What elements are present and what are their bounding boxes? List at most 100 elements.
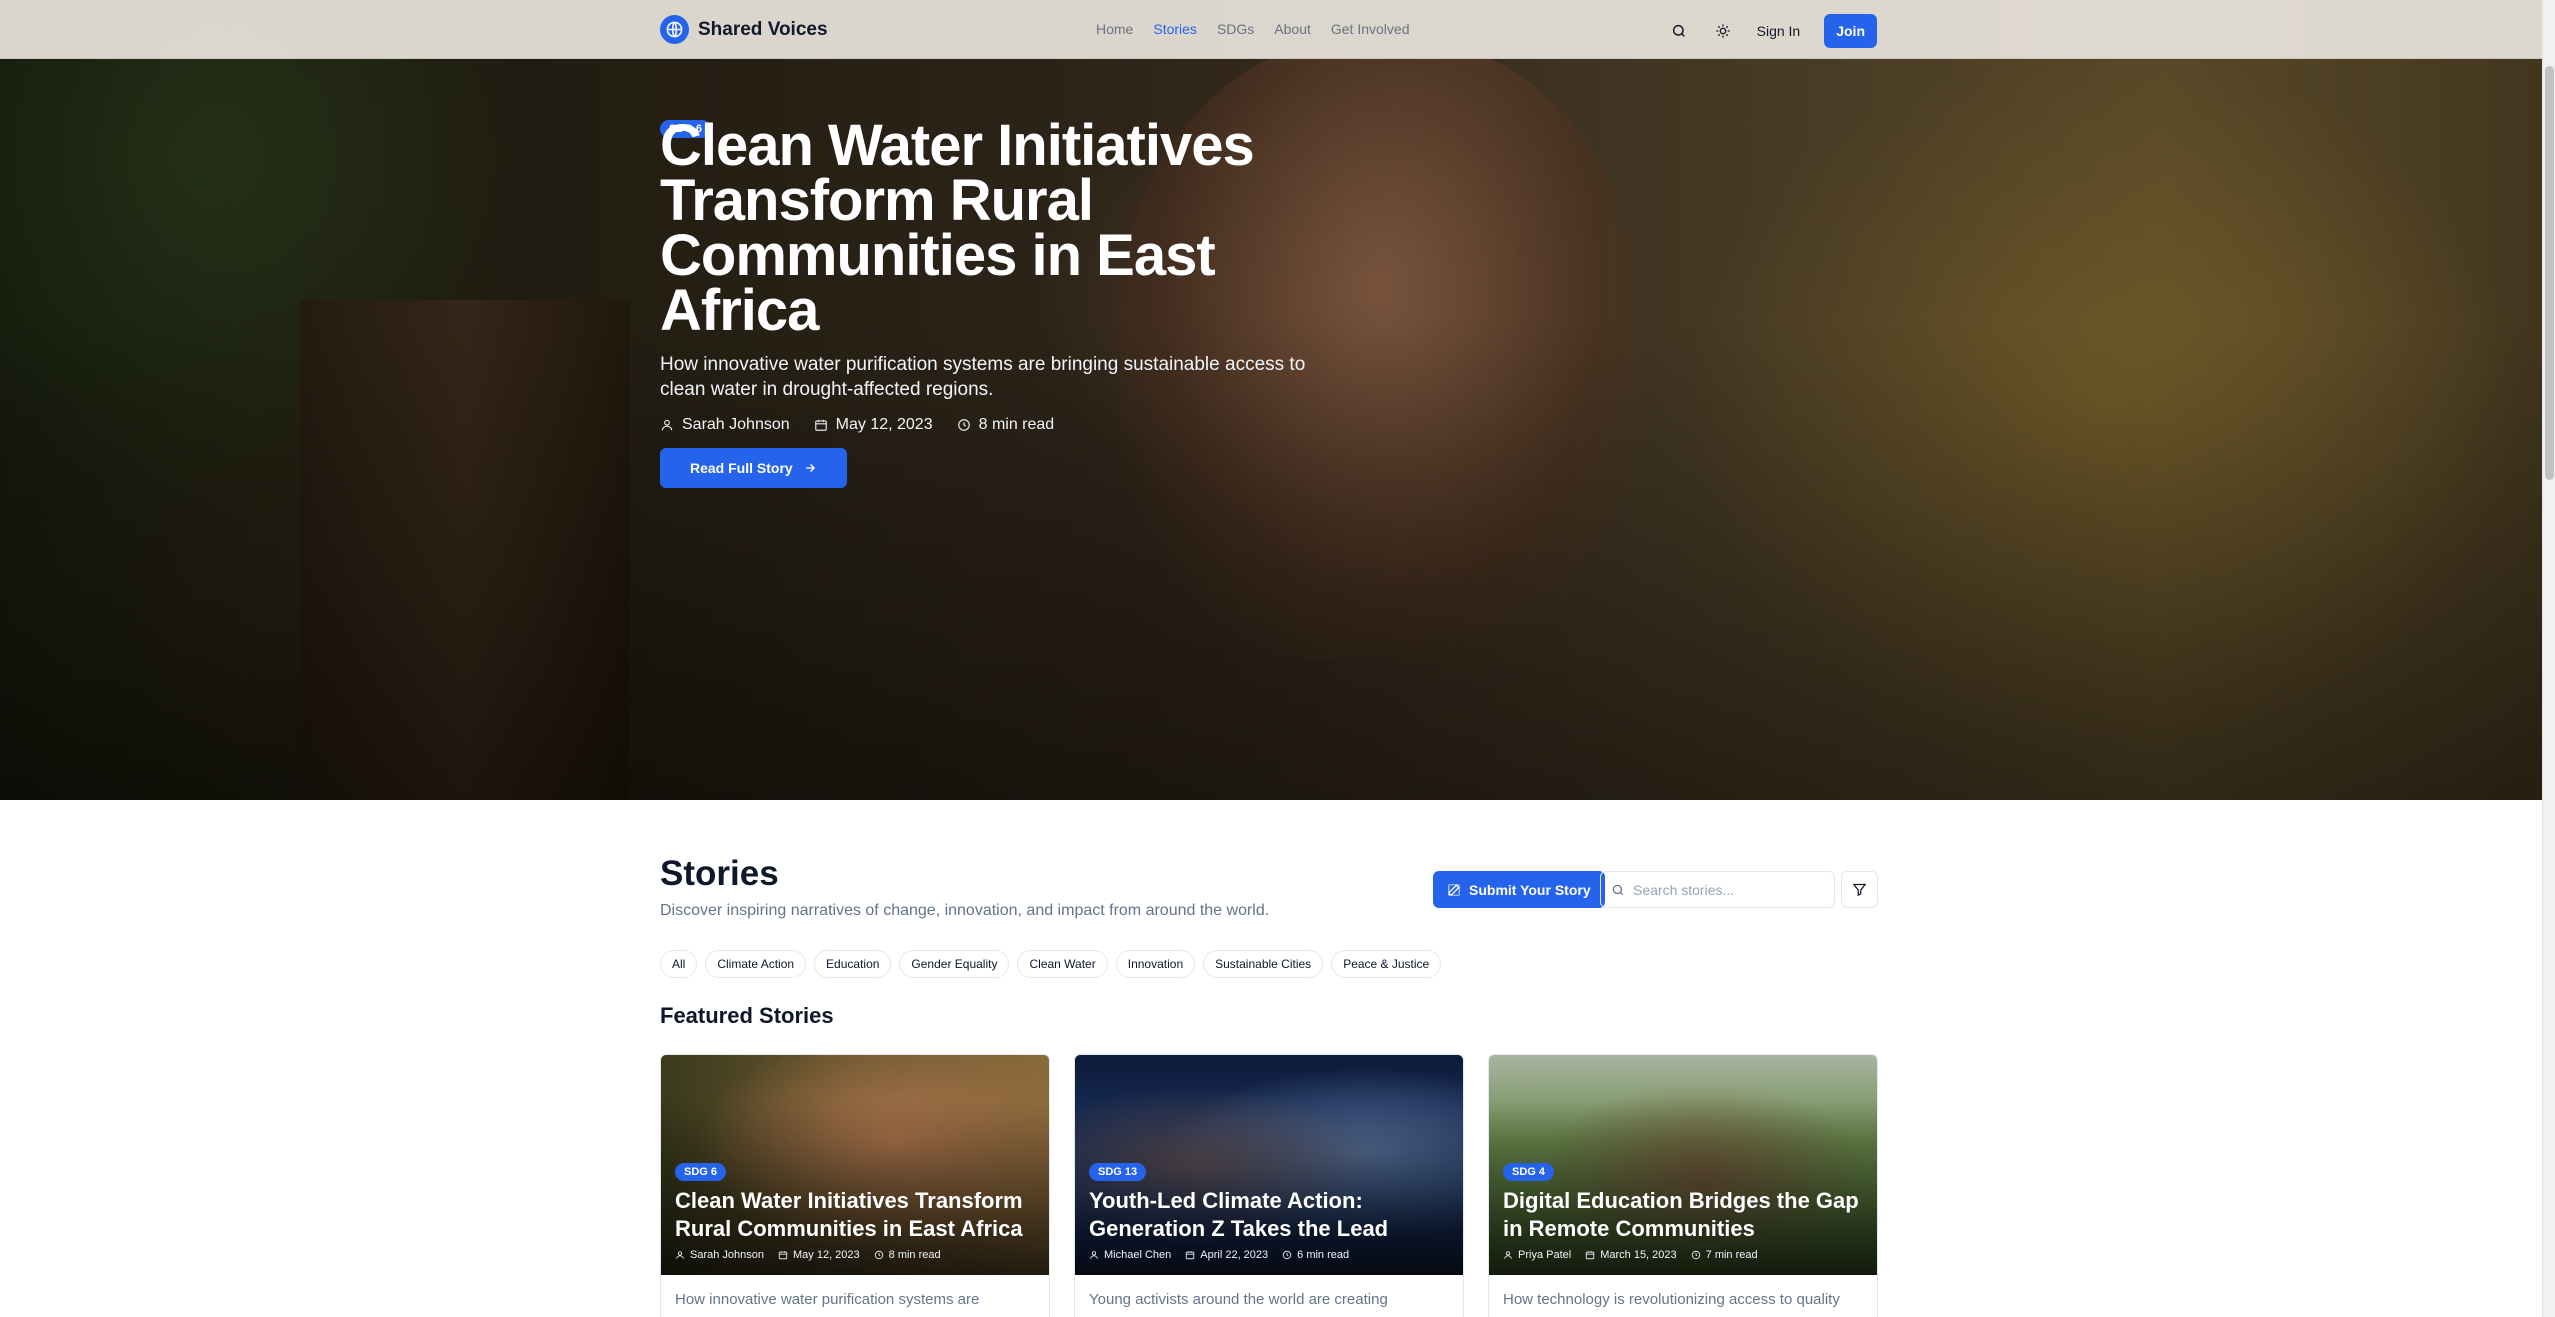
card-author-name: Priya Patel (1518, 1249, 1572, 1261)
sdg-badge: SDG 6 (675, 1163, 727, 1181)
hero-date: May 12, 2023 (814, 416, 933, 434)
card-author-name: Sarah Johnson (690, 1249, 764, 1261)
scrollbar-thumb[interactable] (2545, 66, 2554, 480)
page: SDG 6 Clean Water Initiatives Transform … (0, 0, 2555, 1317)
card-date-text: March 15, 2023 (1600, 1249, 1677, 1261)
card-author: Priya Patel (1503, 1249, 1571, 1261)
brand-logo[interactable]: Shared Voices (660, 15, 828, 44)
card-date: May 12, 2023 (778, 1249, 860, 1261)
story-card-caption: SDG 4 Digital Education Bridges the Gap … (1503, 1162, 1863, 1261)
story-card-excerpt: How innovative water purification system… (675, 1291, 980, 1308)
story-card-caption: SDG 6 Clean Water Initiatives Transform … (675, 1162, 1035, 1261)
calendar-icon (814, 419, 827, 431)
submit-story-label: Submit Your Story (1469, 881, 1591, 898)
story-card-meta: Michael Chen April 22, 2023 6 min read (1089, 1249, 1449, 1261)
category-chips: All Climate Action Education Gender Equa… (660, 950, 1442, 978)
user-icon (676, 1251, 684, 1259)
card-read-time: 7 min read (1691, 1249, 1758, 1261)
story-card[interactable]: SDG 13 Youth-Led Climate Action: Generat… (1074, 1054, 1464, 1317)
card-author: Michael Chen (1089, 1249, 1171, 1261)
story-card-image: SDG 13 Youth-Led Climate Action: Generat… (1075, 1055, 1463, 1275)
chip-all[interactable]: All (660, 950, 698, 978)
story-card[interactable]: SDG 6 Clean Water Initiatives Transform … (660, 1054, 1050, 1317)
brand-name: Shared Voices (698, 18, 828, 40)
search-stories-placeholder: Search stories... (1633, 881, 1735, 898)
filter-button[interactable] (1841, 871, 1878, 908)
top-navbar: Shared Voices Home Stories SDGs About Ge… (0, 0, 2542, 59)
featured-stories-heading: Featured Stories (660, 1003, 834, 1028)
chip-innovation[interactable]: Innovation (1115, 950, 1196, 978)
user-icon (1090, 1251, 1098, 1259)
story-card-caption: SDG 13 Youth-Led Climate Action: Generat… (1089, 1162, 1449, 1261)
clock-icon (1282, 1250, 1292, 1260)
hero-meta: Sarah Johnson May 12, 2023 8 min read (660, 416, 1360, 434)
hero-read-time-text: 8 min read (978, 416, 1055, 433)
nav-link-stories[interactable]: Stories (1153, 21, 1197, 37)
card-read-time-text: 7 min read (1705, 1249, 1758, 1261)
card-read-time: 6 min read (1282, 1249, 1349, 1261)
story-card-meta: Priya Patel March 15, 2023 7 min read (1503, 1249, 1863, 1261)
search-stories-field[interactable]: Search stories... (1600, 871, 1835, 908)
story-card-title: Clean Water Initiatives Transform Rural … (675, 1188, 1023, 1241)
search-icon (1612, 884, 1624, 895)
card-date: March 15, 2023 (1585, 1249, 1677, 1261)
chip-sustainable-cities[interactable]: Sustainable Cities (1203, 950, 1324, 978)
card-date-text: April 22, 2023 (1200, 1249, 1269, 1261)
user-icon (1504, 1251, 1512, 1259)
story-card-title: Youth-Led Climate Action: Generation Z T… (1089, 1188, 1389, 1241)
nav-link-home[interactable]: Home (1096, 21, 1133, 37)
story-card-title: Digital Education Bridges the Gap in Rem… (1503, 1188, 1859, 1241)
nav-link-sdgs[interactable]: SDGs (1217, 21, 1254, 37)
read-full-story-label: Read Full Story (690, 460, 793, 476)
stories-heading: Stories (660, 854, 779, 893)
card-read-time-text: 8 min read (888, 1249, 941, 1261)
card-read-time: 8 min read (874, 1249, 941, 1261)
sign-in-link[interactable]: Sign In (1757, 23, 1801, 39)
card-author-name: Michael Chen (1104, 1249, 1172, 1261)
story-card-image: SDG 4 Digital Education Bridges the Gap … (1489, 1055, 1877, 1275)
arrow-right-icon (805, 464, 815, 472)
globe-icon (660, 15, 689, 44)
story-card-excerpt: How technology is revolutionizing access… (1503, 1291, 1840, 1308)
sdg-badge: SDG 13 (1089, 1163, 1147, 1181)
chip-gender-equality[interactable]: Gender Equality (899, 950, 1010, 978)
story-card-image: SDG 6 Clean Water Initiatives Transform … (661, 1055, 1049, 1275)
featured-cards: SDG 6 Clean Water Initiatives Transform … (660, 1054, 1878, 1317)
read-full-story-button[interactable]: Read Full Story (660, 448, 847, 488)
calendar-icon (778, 1251, 788, 1260)
page-scrollbar[interactable] (2542, 0, 2555, 1317)
clock-icon (874, 1250, 883, 1260)
sdg-badge: SDG 4 (1503, 1163, 1555, 1181)
hero-content: SDG 6 Clean Water Initiatives Transform … (660, 113, 1360, 488)
nav-actions: Sign In Join (1669, 14, 1877, 48)
chip-education[interactable]: Education (814, 950, 892, 978)
nav-link-about[interactable]: About (1274, 21, 1311, 37)
chip-clean-water[interactable]: Clean Water (1017, 950, 1108, 978)
hero-date-text: May 12, 2023 (835, 416, 933, 433)
chip-peace-justice[interactable]: Peace & Justice (1331, 950, 1442, 978)
card-date-text: May 12, 2023 (793, 1249, 860, 1261)
submit-story-button[interactable]: Submit Your Story (1433, 871, 1605, 908)
main-nav: Home Stories SDGs About Get Involved (1096, 21, 1409, 37)
story-card[interactable]: SDG 4 Digital Education Bridges the Gap … (1488, 1054, 1878, 1317)
calendar-icon (1585, 1251, 1595, 1260)
hero-author: Sarah Johnson (660, 416, 790, 434)
chip-climate-action[interactable]: Climate Action (705, 950, 807, 978)
hero-section: SDG 6 Clean Water Initiatives Transform … (0, 0, 2542, 800)
edit-icon (1448, 883, 1460, 896)
hero-subtitle: How innovative water purification system… (660, 354, 1306, 400)
nav-link-get-involved[interactable]: Get Involved (1331, 21, 1410, 37)
hero-title: Clean Water Initiatives Transform Rural … (660, 113, 1255, 343)
hero-author-name: Sarah Johnson (682, 416, 790, 433)
card-read-time-text: 6 min read (1297, 1249, 1350, 1261)
user-icon (661, 419, 673, 431)
clock-icon (1691, 1250, 1700, 1260)
theme-toggle-sun-icon[interactable] (1713, 21, 1733, 41)
search-icon[interactable] (1669, 21, 1689, 41)
join-button[interactable]: Join (1824, 14, 1877, 48)
calendar-icon (1186, 1251, 1195, 1260)
story-card-excerpt: Young activists around the world are cre… (1089, 1291, 1388, 1308)
clock-icon (957, 419, 970, 431)
card-author: Sarah Johnson (675, 1249, 764, 1261)
filter-icon (1852, 883, 1867, 897)
